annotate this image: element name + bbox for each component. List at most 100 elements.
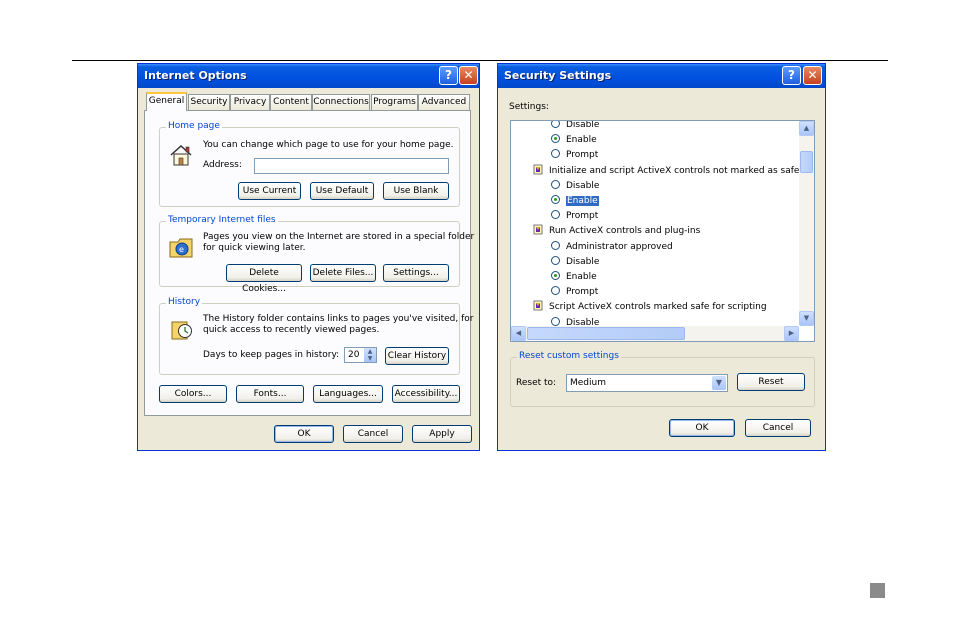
chevron-down-icon[interactable]: ▼	[712, 376, 726, 390]
reset-to-dropdown[interactable]: Medium ▼	[566, 374, 728, 392]
accessibility-button[interactable]: Accessibility...	[392, 385, 460, 403]
use-default-button[interactable]: Use Default	[310, 182, 374, 200]
radio-checked-icon[interactable]	[551, 195, 560, 204]
home-page-description: You can change which page to use for you…	[203, 140, 454, 150]
history-group: History The History folder contains link…	[159, 297, 473, 375]
settings-category[interactable]: Run ActiveX controls and plug-ins	[533, 224, 700, 238]
temp-files-description-2: for quick viewing later.	[203, 243, 306, 253]
radio-unchecked-icon[interactable]	[551, 210, 560, 220]
settings-option[interactable]: Prompt	[551, 209, 598, 223]
help-button[interactable]: ?	[782, 66, 801, 85]
reset-to-label: Reset to:	[516, 378, 557, 388]
settings-category-label: Script ActiveX controls marked safe for …	[549, 302, 767, 313]
home-page-icon	[170, 144, 192, 166]
scroll-left-button[interactable]: ◀	[511, 326, 526, 341]
radio-unchecked-icon[interactable]	[551, 316, 560, 326]
temp-files-description-1: Pages you view on the Internet are store…	[203, 232, 475, 242]
history-legend: History	[166, 297, 203, 307]
colors-button[interactable]: Colors...	[159, 385, 227, 403]
vertical-scrollbar[interactable]: ▲ ▼	[799, 121, 814, 326]
tab-content[interactable]: Content	[270, 94, 312, 110]
settings-button[interactable]: Settings...	[383, 264, 449, 282]
fonts-button[interactable]: Fonts...	[236, 385, 304, 403]
days-spinner[interactable]: ▲ ▼	[364, 348, 376, 362]
settings-category[interactable]: Script ActiveX controls marked safe for …	[533, 300, 767, 314]
settings-rows: Disable Enable Prompt Initialize and script…	[511, 121, 799, 326]
vertical-scroll-thumb[interactable]	[800, 151, 813, 173]
settings-option[interactable]: Enable	[551, 270, 597, 284]
horizontal-scroll-thumb[interactable]	[527, 327, 685, 340]
languages-button[interactable]: Languages...	[313, 385, 383, 403]
top-rule	[72, 60, 888, 61]
scroll-up-button[interactable]: ▲	[799, 121, 814, 136]
use-current-button[interactable]: Use Current	[238, 182, 301, 200]
tab-privacy[interactable]: Privacy	[230, 94, 270, 110]
radio-unchecked-icon[interactable]	[551, 149, 560, 159]
address-input[interactable]	[254, 158, 449, 174]
tab-general[interactable]: General	[146, 92, 187, 111]
settings-option[interactable]: Enable	[551, 194, 599, 208]
address-label: Address:	[203, 160, 242, 170]
internet-options-titlebar: Internet Options	[138, 64, 479, 88]
temp-files-group: Temporary Internet files e Pages you vie…	[159, 215, 474, 294]
horizontal-scrollbar[interactable]: ◀ ▶	[511, 326, 799, 341]
settings-option-label: Enable	[566, 196, 599, 206]
close-button[interactable]: ✕	[803, 66, 822, 85]
ok-button[interactable]: OK	[274, 425, 334, 443]
activex-setting-icon	[533, 224, 543, 235]
cancel-button[interactable]: Cancel	[343, 425, 403, 443]
reset-custom-settings-group: Reset custom settings Reset to: Medium ▼…	[510, 351, 815, 407]
settings-option-label: Disable	[566, 121, 600, 130]
home-page-legend: Home page	[166, 121, 222, 131]
settings-option-label: Enable	[566, 135, 597, 146]
days-to-keep-label: Days to keep pages in history:	[203, 350, 340, 360]
radio-checked-icon[interactable]	[551, 134, 560, 144]
scroll-right-button[interactable]: ▶	[784, 326, 799, 341]
settings-option-label: Disable	[566, 180, 600, 191]
settings-option[interactable]: Disable	[551, 255, 599, 269]
settings-option[interactable]: Disable	[551, 179, 599, 193]
security-settings-list[interactable]: Disable Enable Prompt Initialize and script…	[510, 120, 815, 342]
page-marker	[870, 583, 885, 598]
close-button[interactable]: ✕	[459, 66, 478, 85]
use-blank-button[interactable]: Use Blank	[383, 182, 449, 200]
settings-label: Settings:	[509, 102, 549, 112]
radio-unchecked-icon[interactable]	[551, 286, 560, 296]
settings-option[interactable]: Disable	[551, 121, 599, 132]
radio-unchecked-icon[interactable]	[551, 240, 560, 250]
settings-option-label: Disable	[566, 317, 600, 326]
scroll-down-button[interactable]: ▼	[799, 311, 814, 326]
settings-category-label: Run ActiveX controls and plug-ins	[549, 226, 701, 237]
settings-category[interactable]: Initialize and script ActiveX controls n…	[533, 164, 799, 178]
help-button[interactable]: ?	[439, 66, 458, 85]
settings-category-label: Initialize and script ActiveX controls n…	[549, 165, 799, 176]
settings-option-label: Disable	[566, 256, 600, 267]
cancel-button[interactable]: Cancel	[745, 419, 811, 437]
settings-option[interactable]: Prompt	[551, 285, 598, 299]
reset-button[interactable]: Reset	[737, 373, 805, 391]
settings-option-label: Prompt	[566, 211, 599, 222]
delete-files-button[interactable]: Delete Files...	[310, 264, 376, 282]
days-to-keep-input[interactable]: 20 ▲ ▼	[344, 347, 377, 363]
general-tab-panel: Home page You can change which page to u…	[144, 110, 474, 416]
tab-advanced[interactable]: Advanced	[418, 94, 470, 110]
radio-checked-icon[interactable]	[551, 271, 560, 280]
settings-option-label: Enable	[566, 272, 597, 282]
radio-unchecked-icon[interactable]	[551, 121, 560, 128]
apply-button[interactable]: Apply	[412, 425, 472, 443]
security-settings-window: Security Settings ? ✕ Settings: Disable E…	[497, 63, 826, 451]
settings-option[interactable]: Disable	[551, 316, 599, 326]
settings-option[interactable]: Administrator approved	[551, 240, 673, 254]
settings-option[interactable]: Enable	[551, 133, 597, 147]
clear-history-button[interactable]: Clear History	[385, 347, 449, 365]
radio-unchecked-icon[interactable]	[551, 179, 560, 189]
ok-button[interactable]: OK	[669, 419, 735, 437]
delete-cookies-button[interactable]: Delete Cookies...	[226, 264, 302, 294]
tab-programs[interactable]: Programs	[371, 94, 418, 110]
radio-unchecked-icon[interactable]	[551, 255, 560, 265]
tab-connections[interactable]: Connections	[312, 94, 370, 110]
temp-files-legend: Temporary Internet files	[166, 215, 278, 225]
tab-security[interactable]: Security	[188, 94, 230, 110]
settings-option[interactable]: Prompt	[551, 148, 598, 162]
temp-files-icon: e	[169, 238, 193, 258]
